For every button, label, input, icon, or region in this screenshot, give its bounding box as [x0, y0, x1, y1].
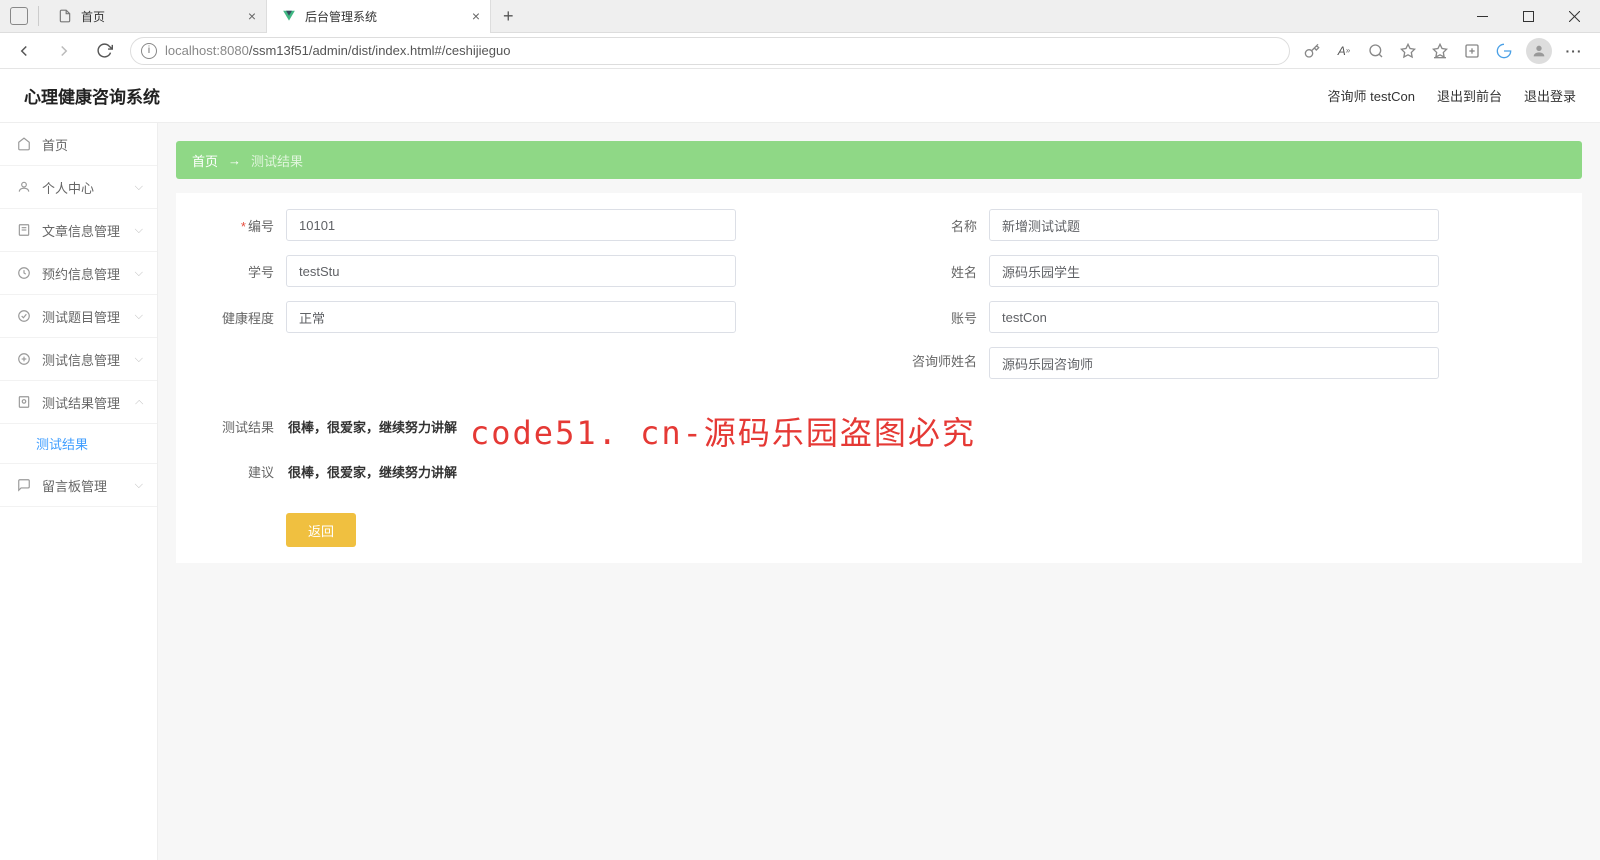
sidebar-item-booking[interactable]: 预约信息管理 ⌵: [0, 252, 157, 295]
sidebar-item-label: 首页: [42, 135, 68, 154]
back-button[interactable]: 返回: [286, 513, 356, 547]
sidebar-item-message[interactable]: 留言板管理 ⌵: [0, 464, 157, 507]
favorites-bar-icon[interactable]: [1430, 41, 1450, 61]
close-icon[interactable]: ×: [248, 8, 256, 24]
home-icon: [16, 137, 32, 151]
field-advice: 建议 很棒，很爱家，继续努力讲解: [196, 462, 1562, 481]
tab-title: 后台管理系统: [305, 8, 476, 25]
new-tab-button[interactable]: +: [491, 6, 526, 27]
field-consultant: 咨询师姓名: [899, 347, 1562, 379]
arrow-icon: →: [228, 153, 241, 168]
page-icon: [57, 8, 73, 24]
sidebar-item-profile[interactable]: 个人中心 ⌵: [0, 166, 157, 209]
browser-address-bar: i localhost:8080/ssm13f51/admin/dist/ind…: [0, 33, 1600, 69]
sidebar-item-testinfo[interactable]: 测试信息管理 ⌵: [0, 338, 157, 381]
browser-tab-bar: 首页 × 后台管理系统 × +: [0, 0, 1600, 33]
main-content: 首页 → 测试结果 *编号 名称 学号 姓名: [158, 123, 1600, 860]
header-logout-front[interactable]: 退出到前台: [1437, 86, 1502, 105]
app-title: 心理健康咨询系统: [24, 83, 160, 108]
result-text: 很棒，很爱家，继续努力讲解: [286, 417, 457, 436]
field-result: 测试结果 很棒，很爱家，继续努力讲解: [196, 417, 1562, 436]
message-icon: [16, 478, 32, 492]
zoom-icon[interactable]: [1366, 41, 1386, 61]
sidebar-item-label: 测试信息管理: [42, 350, 120, 369]
advice-text: 很棒，很爱家，继续努力讲解: [286, 462, 457, 481]
close-window-button[interactable]: [1552, 1, 1596, 31]
field-stuno: 学号: [196, 255, 859, 287]
collections-icon[interactable]: [1462, 41, 1482, 61]
browser-tab-1[interactable]: 后台管理系统 ×: [267, 0, 491, 33]
tab-title: 首页: [81, 8, 252, 25]
sidebar-subitem-testresult[interactable]: 测试结果: [0, 424, 157, 464]
app-header: 心理健康咨询系统 咨询师 testCon 退出到前台 退出登录: [0, 69, 1600, 123]
sidebar-item-label: 个人中心: [42, 178, 94, 197]
minimize-button[interactable]: [1460, 1, 1504, 31]
key-icon[interactable]: [1302, 41, 1322, 61]
menu-icon[interactable]: ···: [1564, 41, 1584, 61]
id-input[interactable]: [286, 209, 736, 241]
sidebar-item-label: 留言板管理: [42, 476, 107, 495]
sidebar-item-label: 测试结果管理: [42, 393, 120, 412]
sidebar-item-home[interactable]: 首页: [0, 123, 157, 166]
sidebar: 首页 个人中心 ⌵ 文章信息管理 ⌵ 预约信息管理 ⌵ 测试题目管理 ⌵ 测试信…: [0, 123, 158, 860]
favorite-icon[interactable]: [1398, 41, 1418, 61]
profile-avatar[interactable]: [1526, 38, 1552, 64]
chevron-down-icon: ⌵: [135, 181, 143, 194]
url-text: localhost:8080/ssm13f51/admin/dist/index…: [165, 43, 510, 58]
site-info-icon[interactable]: i: [141, 43, 157, 59]
ie-mode-icon[interactable]: [1494, 41, 1514, 61]
stuno-input[interactable]: [286, 255, 736, 287]
field-health: 健康程度: [196, 301, 859, 333]
field-account: 账号: [899, 301, 1562, 333]
chevron-down-icon: ⌵: [135, 310, 143, 323]
breadcrumb-current: 测试结果: [251, 151, 303, 170]
chevron-up-icon: ⌵: [135, 396, 143, 409]
stuname-input[interactable]: [989, 255, 1439, 287]
sidebar-item-label: 测试题目管理: [42, 307, 120, 326]
sidebar-item-article[interactable]: 文章信息管理 ⌵: [0, 209, 157, 252]
check-icon: [16, 309, 32, 323]
sidebar-item-testresult[interactable]: 测试结果管理 ⌵: [0, 381, 157, 424]
forward-button[interactable]: [50, 37, 78, 65]
field-id: *编号: [196, 209, 859, 241]
user-icon: [16, 180, 32, 194]
name-input[interactable]: [989, 209, 1439, 241]
sidebar-subitem-label: 测试结果: [36, 434, 88, 453]
address-input[interactable]: i localhost:8080/ssm13f51/admin/dist/ind…: [130, 37, 1290, 65]
tab-overview-icon[interactable]: [10, 7, 28, 25]
divider: [38, 6, 39, 26]
sidebar-item-question[interactable]: 测试题目管理 ⌵: [0, 295, 157, 338]
breadcrumb: 首页 → 测试结果: [176, 141, 1582, 179]
field-stuname: 姓名: [899, 255, 1562, 287]
chevron-down-icon: ⌵: [135, 224, 143, 237]
consultant-input[interactable]: [989, 347, 1439, 379]
back-button[interactable]: [10, 37, 38, 65]
clock-icon: [16, 266, 32, 280]
account-input[interactable]: [989, 301, 1439, 333]
chevron-down-icon: ⌵: [135, 267, 143, 280]
header-user[interactable]: 咨询师 testCon: [1328, 86, 1415, 105]
health-input[interactable]: [286, 301, 736, 333]
chevron-down-icon: ⌵: [135, 479, 143, 492]
chevron-down-icon: ⌵: [135, 353, 143, 366]
sidebar-item-label: 预约信息管理: [42, 264, 120, 283]
browser-tab-0[interactable]: 首页 ×: [43, 0, 267, 33]
result-icon: [16, 395, 32, 409]
field-name: 名称: [899, 209, 1562, 241]
close-icon[interactable]: ×: [472, 8, 480, 24]
maximize-button[interactable]: [1506, 1, 1550, 31]
vue-icon: [281, 8, 297, 24]
text-size-icon[interactable]: A»: [1334, 41, 1354, 61]
breadcrumb-home[interactable]: 首页: [192, 151, 218, 170]
plus-circle-icon: [16, 352, 32, 366]
sidebar-item-label: 文章信息管理: [42, 221, 120, 240]
doc-icon: [16, 223, 32, 237]
form-panel: *编号 名称 学号 姓名 健康程度: [176, 193, 1582, 563]
header-logout[interactable]: 退出登录: [1524, 86, 1576, 105]
refresh-button[interactable]: [90, 37, 118, 65]
